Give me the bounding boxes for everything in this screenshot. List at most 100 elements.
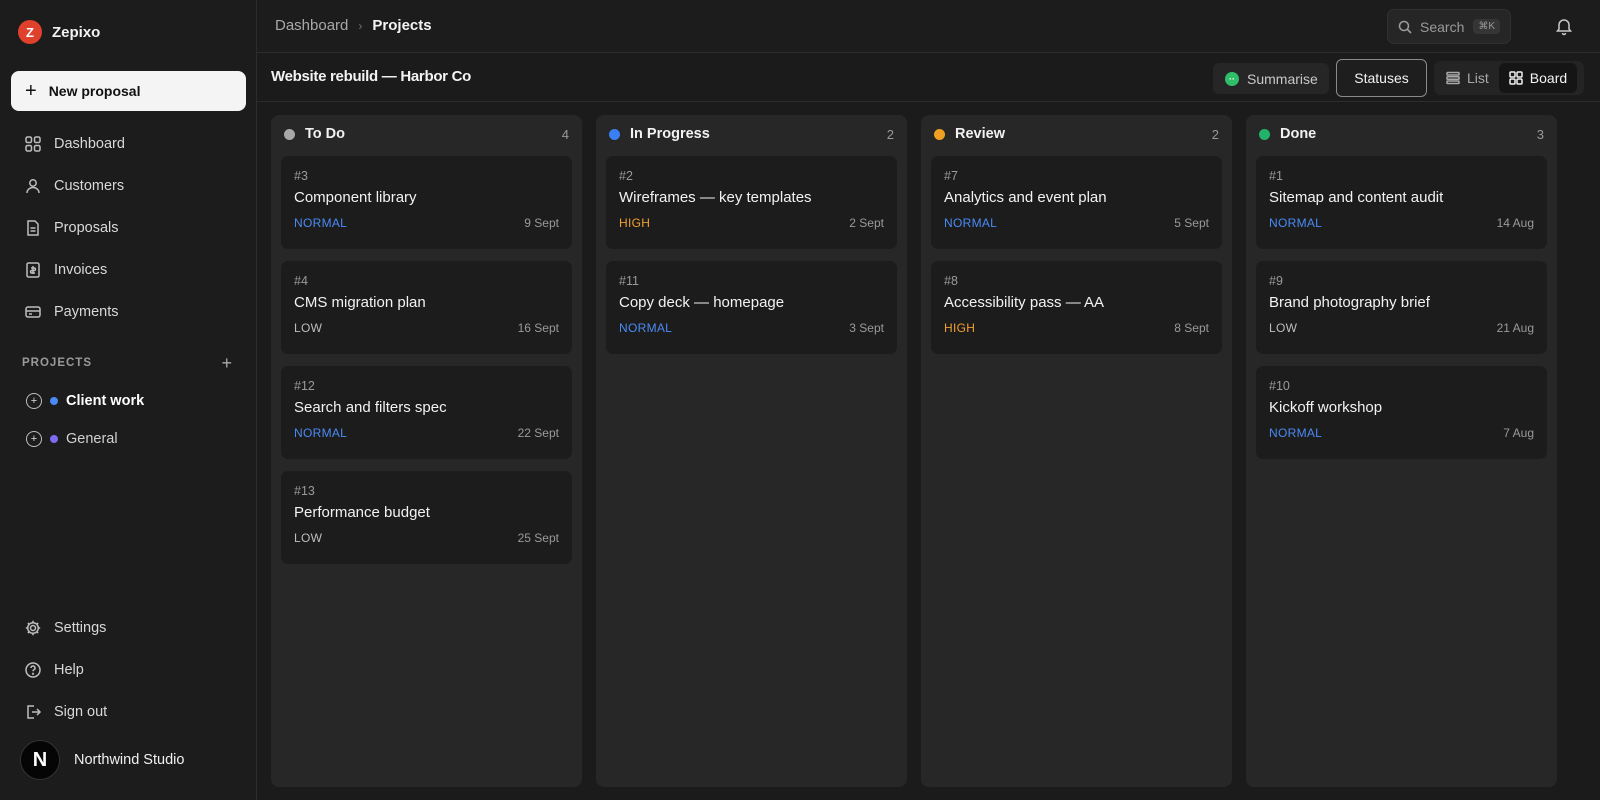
card-title: Copy deck — homepage	[619, 294, 785, 311]
bottom-nav: Settings Help Sign out	[11, 607, 246, 733]
task-card[interactable]: #10 Kickoff workshop NORMAL 7 Aug	[1256, 366, 1547, 459]
project-list: + Client work + General	[26, 382, 144, 458]
search-shortcut: ⌘K	[1473, 19, 1500, 34]
card-id: #1	[1269, 169, 1283, 183]
task-card[interactable]: #11 Copy deck — homepage NORMAL 3 Sept	[606, 261, 897, 354]
board-view-button[interactable]: Board	[1498, 63, 1578, 93]
task-card[interactable]: #12 Search and filters spec NORMAL 22 Sep…	[281, 366, 572, 459]
new-proposal-button[interactable]: + New proposal	[11, 71, 246, 111]
card-title: Brand photography brief	[1269, 294, 1430, 311]
column-done: Done 3 #1 Sitemap and content audit NORM…	[1246, 115, 1557, 787]
bell-icon[interactable]	[1554, 16, 1574, 36]
column-count: 3	[1536, 126, 1544, 142]
status-dot-icon	[934, 128, 945, 140]
priority-badge: NORMAL	[944, 216, 998, 230]
task-card[interactable]: #13 Performance budget LOW 25 Sept	[281, 471, 572, 564]
column-header: Done 3	[1256, 125, 1547, 143]
card-id: #3	[294, 169, 308, 183]
account[interactable]: N Northwind Studio	[20, 740, 184, 780]
project-name: General	[66, 431, 118, 447]
account-name: Northwind Studio	[74, 752, 185, 768]
card-title: CMS migration plan	[294, 294, 426, 311]
column-header: In Progress 2	[606, 125, 897, 143]
projects-header: PROJECTS +	[22, 354, 232, 372]
column-in-progress: In Progress 2 #2 Wireframes — key templa…	[596, 115, 907, 787]
priority-badge: HIGH	[619, 216, 651, 230]
sidebar-item-invoices[interactable]: Invoices	[11, 249, 246, 291]
task-card[interactable]: #4 CMS migration plan LOW 16 Sept	[281, 261, 572, 354]
project-dot-icon	[50, 397, 58, 405]
expand-plus-icon[interactable]: +	[26, 393, 42, 409]
sidebar-item-customers[interactable]: Customers	[11, 165, 246, 207]
search-input[interactable]: Search ⌘K	[1387, 9, 1511, 44]
brand[interactable]: Z Zepixo	[18, 20, 100, 44]
sidebar: Z Zepixo + New proposal Dashboard Custom…	[0, 0, 257, 800]
due-date: 9 Sept	[524, 216, 559, 230]
users-icon	[24, 177, 42, 195]
list-view-button[interactable]: List	[1436, 63, 1499, 93]
card-id: #9	[1269, 274, 1283, 288]
sidebar-item-dashboard[interactable]: Dashboard	[11, 123, 246, 165]
due-date: 16 Sept	[517, 321, 559, 335]
project-item-client-work[interactable]: + Client work	[26, 382, 144, 420]
grid-icon	[24, 135, 42, 153]
plus-icon: +	[25, 80, 37, 102]
list-icon	[1446, 71, 1460, 85]
task-card[interactable]: #8 Accessibility pass — AA HIGH 8 Sept	[931, 261, 1222, 354]
sidebar-item-label: Invoices	[54, 262, 108, 278]
card-title: Component library	[294, 189, 417, 206]
projects-label: PROJECTS	[22, 357, 92, 369]
sidebar-item-label: Help	[54, 662, 84, 678]
sidebar-item-label: Dashboard	[54, 136, 125, 152]
list-view-label: List	[1467, 70, 1489, 86]
sidebar-item-sign-out[interactable]: Sign out	[11, 691, 246, 733]
summarise-button[interactable]: ·· Summarise	[1213, 63, 1329, 94]
column-to-do: To Do 4 #3 Component library NORMAL 9 Sep…	[271, 115, 582, 787]
card-icon	[24, 303, 42, 321]
column-title: Done	[1280, 126, 1317, 142]
sidebar-item-settings[interactable]: Settings	[11, 607, 246, 649]
statuses-button[interactable]: Statuses	[1336, 59, 1427, 97]
due-date: 14 Aug	[1496, 216, 1534, 230]
add-project-plus-icon[interactable]: +	[221, 354, 232, 372]
task-card[interactable]: #7 Analytics and event plan NORMAL 5 Sept	[931, 156, 1222, 249]
card-title: Accessibility pass — AA	[944, 294, 1105, 311]
column-review: Review 2 #7 Analytics and event plan NOR…	[921, 115, 1232, 787]
sidebar-item-proposals[interactable]: Proposals	[11, 207, 246, 249]
card-id: #11	[619, 274, 639, 288]
main-nav: Dashboard Customers Proposals Invoices P…	[11, 123, 246, 333]
task-card[interactable]: #3 Component library NORMAL 9 Sept	[281, 156, 572, 249]
project-item-general[interactable]: + General	[26, 420, 144, 458]
card-title: Wireframes — key templates	[619, 189, 812, 206]
help-icon	[24, 661, 42, 679]
project-name: Client work	[66, 393, 145, 409]
board-view-label: Board	[1529, 70, 1568, 86]
column-count: 2	[1211, 126, 1219, 142]
task-card[interactable]: #9 Brand photography brief LOW 21 Aug	[1256, 261, 1547, 354]
priority-badge: LOW	[1269, 321, 1298, 335]
column-count: 4	[561, 126, 569, 142]
kanban-board: To Do 4 #3 Component library NORMAL 9 Sep…	[271, 115, 1557, 787]
sidebar-item-help[interactable]: Help	[11, 649, 246, 691]
card-id: #12	[294, 379, 315, 393]
column-title: In Progress	[630, 126, 710, 142]
status-dot-icon	[1259, 128, 1270, 140]
card-id: #7	[944, 169, 958, 183]
sidebar-item-payments[interactable]: Payments	[11, 291, 246, 333]
due-date: 3 Sept	[849, 321, 884, 335]
expand-plus-icon[interactable]: +	[26, 431, 42, 447]
card-title: Sitemap and content audit	[1269, 189, 1444, 206]
breadcrumb-projects: Projects	[372, 17, 432, 34]
breadcrumb: Dashboard › Projects	[275, 17, 432, 34]
task-card[interactable]: #2 Wireframes — key templates HIGH 2 Sept	[606, 156, 897, 249]
due-date: 7 Aug	[1503, 426, 1534, 440]
task-card[interactable]: #1 Sitemap and content audit NORMAL 14 Au…	[1256, 156, 1547, 249]
card-title: Analytics and event plan	[944, 189, 1107, 206]
new-proposal-label: New proposal	[48, 83, 141, 99]
topbar: Dashboard › Projects Search ⌘K	[257, 0, 1600, 53]
card-title: Performance budget	[294, 504, 430, 521]
breadcrumb-dashboard[interactable]: Dashboard	[275, 17, 348, 34]
priority-badge: LOW	[294, 531, 323, 545]
brand-logo-icon: Z	[18, 20, 42, 44]
due-date: 8 Sept	[1174, 321, 1209, 335]
